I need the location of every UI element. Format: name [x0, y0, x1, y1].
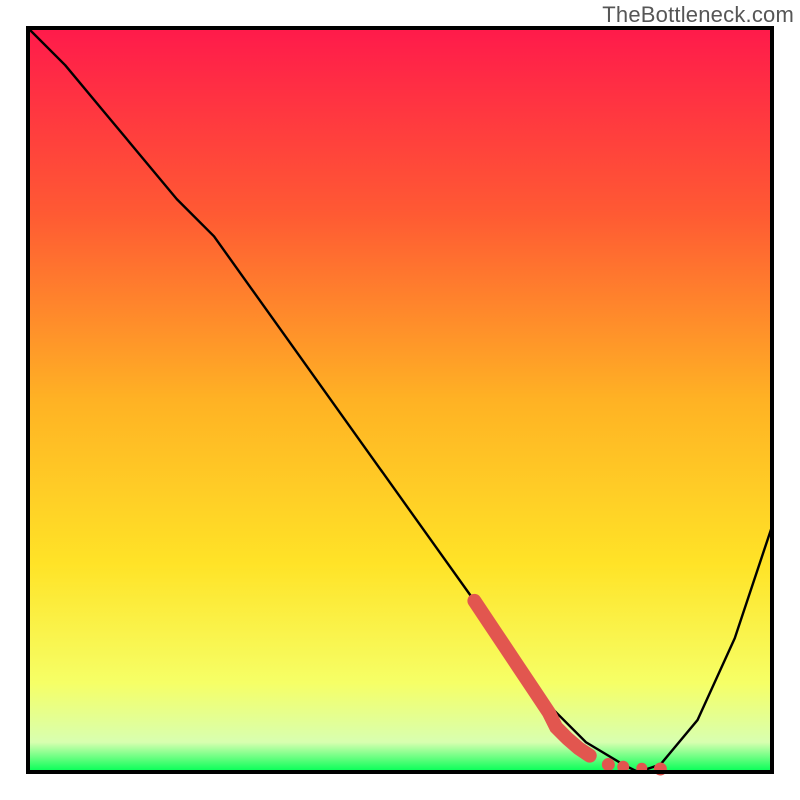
highlight-dot: [602, 758, 615, 771]
chart-container: TheBottleneck.com: [0, 0, 800, 800]
watermark-text: TheBottleneck.com: [602, 2, 794, 28]
plot-background: [28, 28, 772, 772]
bottleneck-chart: [0, 0, 800, 800]
